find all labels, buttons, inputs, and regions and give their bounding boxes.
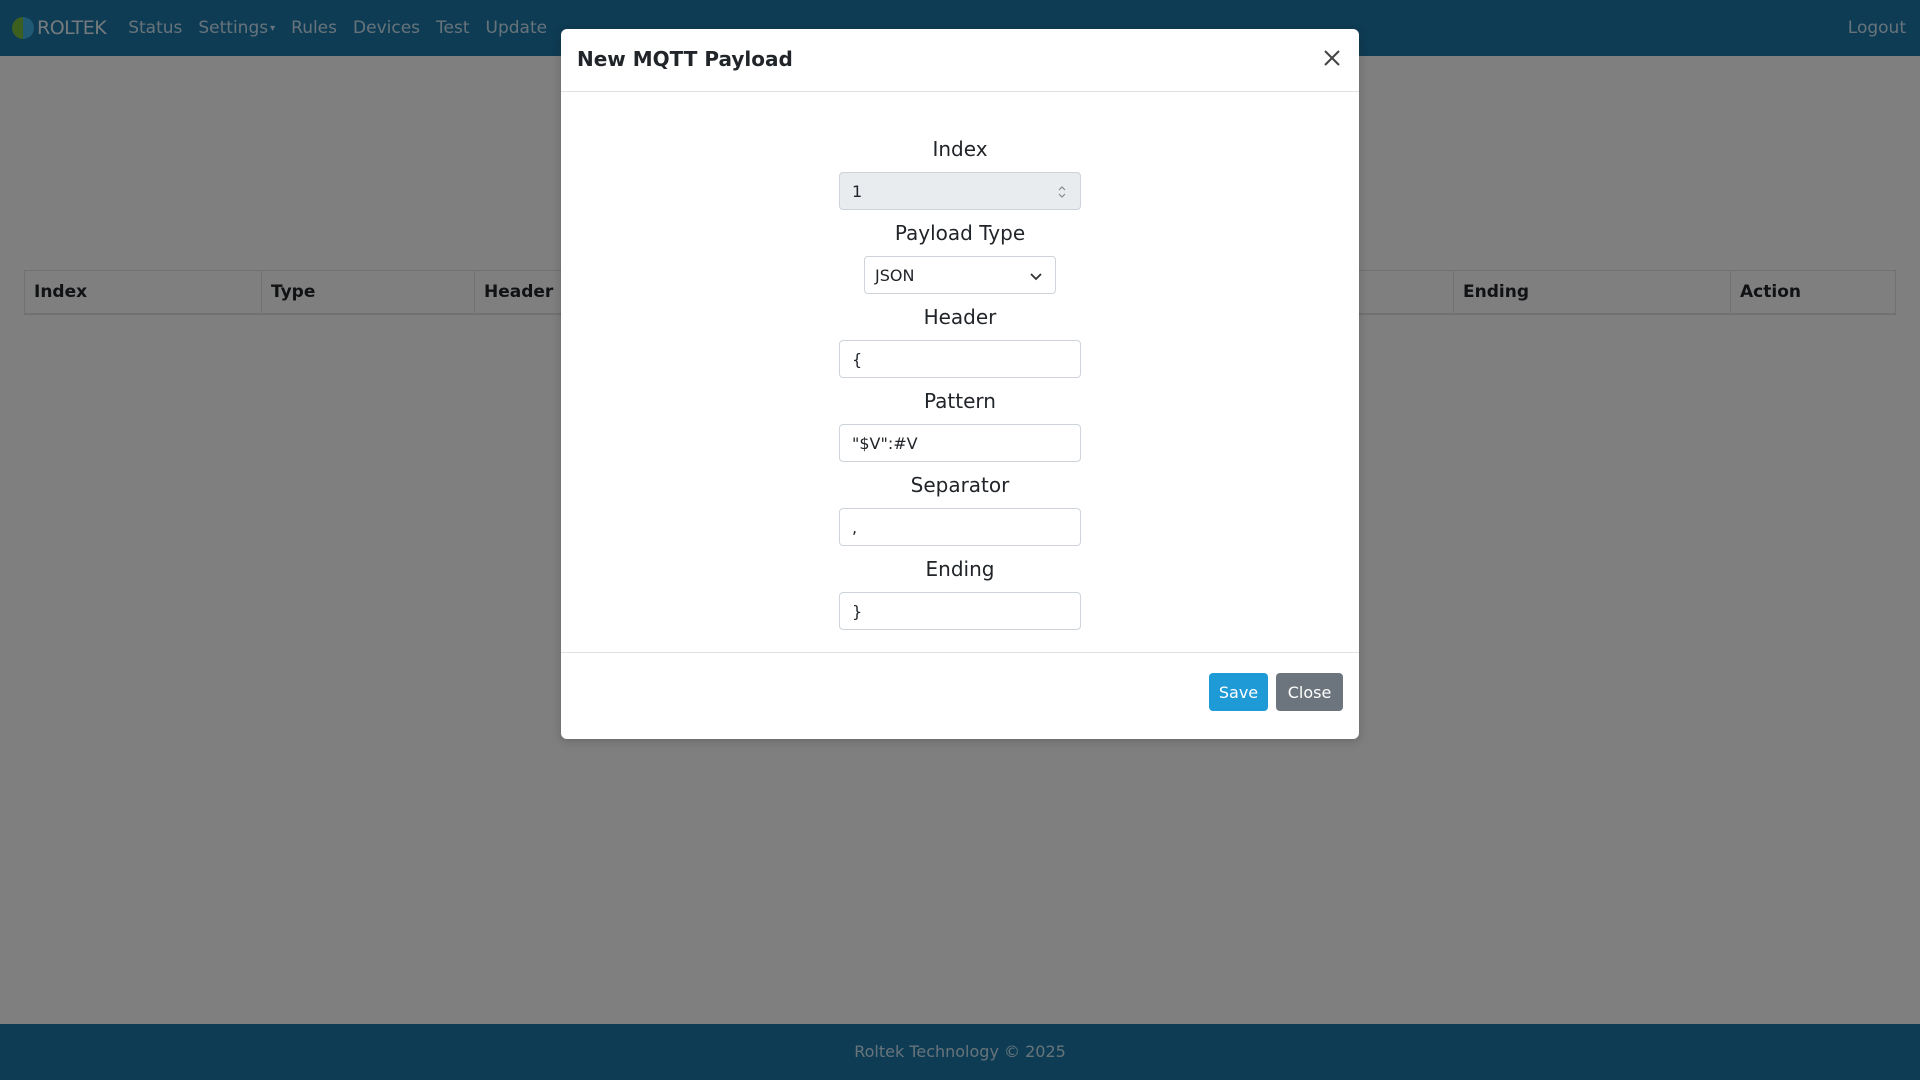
modal-title: New MQTT Payload — [577, 47, 793, 71]
modal-body: Index 1 Payload Type JSON Header { Patte… — [561, 92, 1359, 653]
header-value: { — [852, 349, 863, 369]
modal-header: New MQTT Payload — [561, 29, 1359, 92]
ending-label: Ending — [925, 557, 995, 581]
header-label: Header — [923, 305, 997, 329]
save-button[interactable]: Save — [1209, 673, 1268, 711]
ending-value: } — [852, 601, 863, 621]
index-input[interactable]: 1 — [839, 172, 1081, 210]
index-value: 1 — [852, 181, 863, 201]
close-icon[interactable] — [1317, 43, 1347, 73]
separator-value: , — [852, 517, 858, 537]
chevron-down-icon — [1030, 273, 1042, 281]
payload-type-value: JSON — [875, 265, 915, 285]
payload-type-select[interactable]: JSON — [864, 256, 1056, 294]
payload-type-label: Payload Type — [894, 221, 1026, 245]
ending-input[interactable]: } — [839, 592, 1081, 630]
pattern-value: "$V":#V — [852, 433, 918, 453]
spinner-arrows-icon[interactable] — [1058, 184, 1066, 200]
close-button[interactable]: Close — [1276, 673, 1343, 711]
header-input[interactable]: { — [839, 340, 1081, 378]
index-label: Index — [932, 137, 988, 161]
new-mqtt-payload-modal: New MQTT Payload Index 1 Payload Type JS… — [561, 29, 1359, 739]
separator-label: Separator — [910, 473, 1010, 497]
separator-input[interactable]: , — [839, 508, 1081, 546]
modal-footer: Save Close — [561, 653, 1359, 740]
pattern-label: Pattern — [924, 389, 996, 413]
pattern-input[interactable]: "$V":#V — [839, 424, 1081, 462]
